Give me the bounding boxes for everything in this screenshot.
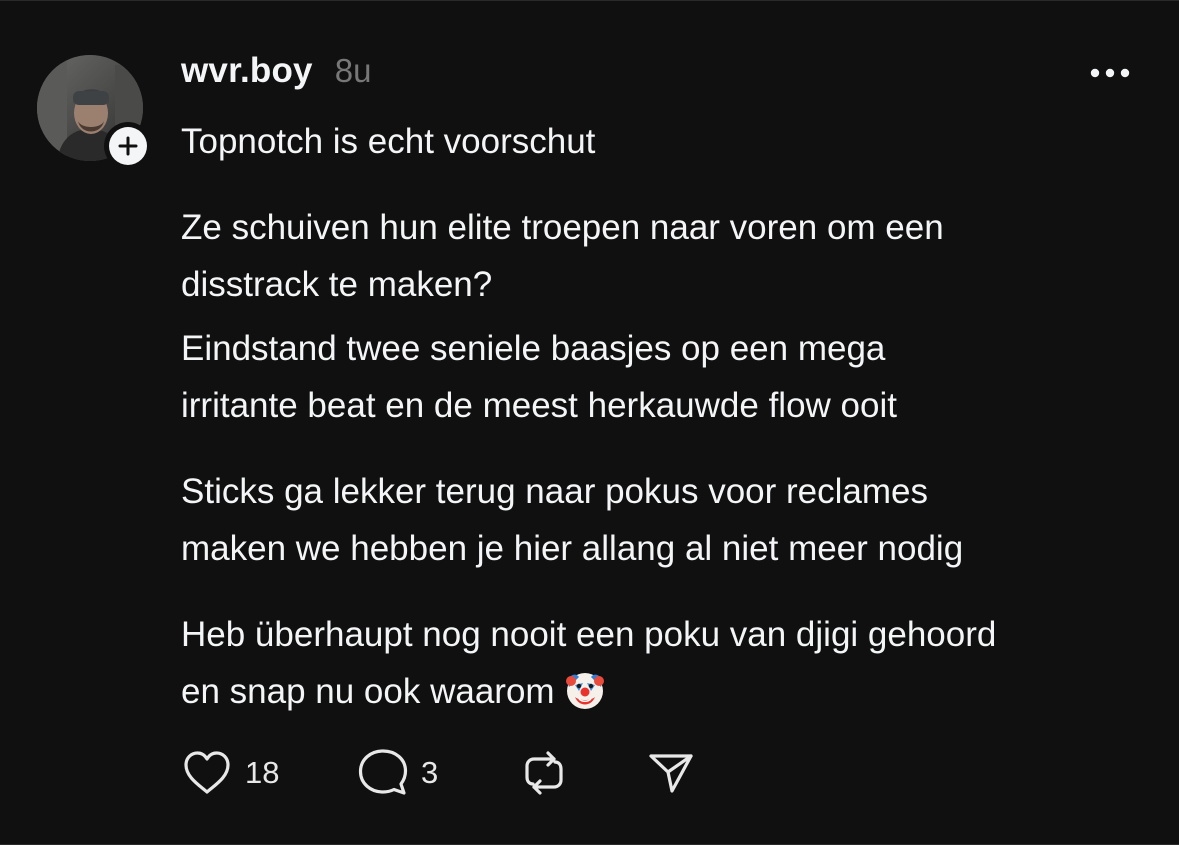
- follow-button[interactable]: [104, 122, 152, 170]
- post-timestamp[interactable]: 8u: [335, 52, 372, 90]
- post-paragraph-last: Heb überhaupt nog nooit een poku van dji…: [181, 606, 1151, 728]
- reply-button[interactable]: 3: [357, 747, 519, 799]
- username-link[interactable]: wvr.boy: [181, 51, 313, 91]
- send-icon: [649, 754, 693, 793]
- like-count: 18: [245, 755, 280, 790]
- share-button[interactable]: [647, 747, 695, 799]
- more-options-icon: [1090, 68, 1130, 78]
- like-button[interactable]: 18: [181, 747, 357, 799]
- post-actions: 18 3: [181, 747, 695, 799]
- heart-icon: [184, 751, 230, 794]
- repost-icon: [525, 751, 563, 795]
- post-body: Topnotch is echt voorschut Ze schuiven h…: [181, 113, 1151, 728]
- follow-button-inner[interactable]: [109, 127, 147, 165]
- post-paragraph: Topnotch is echt voorschut: [181, 122, 596, 161]
- post-header: wvr.boy 8u: [181, 51, 371, 99]
- post-paragraph: Sticks ga lekker terug naar pokus voor r…: [181, 472, 964, 568]
- clown-face-emoji: [563, 667, 607, 728]
- more-options-button[interactable]: [1084, 57, 1136, 89]
- reply-count: 3: [421, 755, 439, 790]
- thread-post: wvr.boy 8u Topnotch is echt voorschut Ze…: [0, 0, 1179, 845]
- repost-button[interactable]: [519, 747, 647, 799]
- post-paragraph: Eindstand twee seniele baasjes op een me…: [181, 329, 897, 425]
- avatar-container[interactable]: [37, 55, 152, 170]
- post-paragraph: Ze schuiven hun elite troepen naar voren…: [181, 208, 944, 304]
- plus-icon: [118, 136, 138, 156]
- comment-icon: [358, 749, 408, 795]
